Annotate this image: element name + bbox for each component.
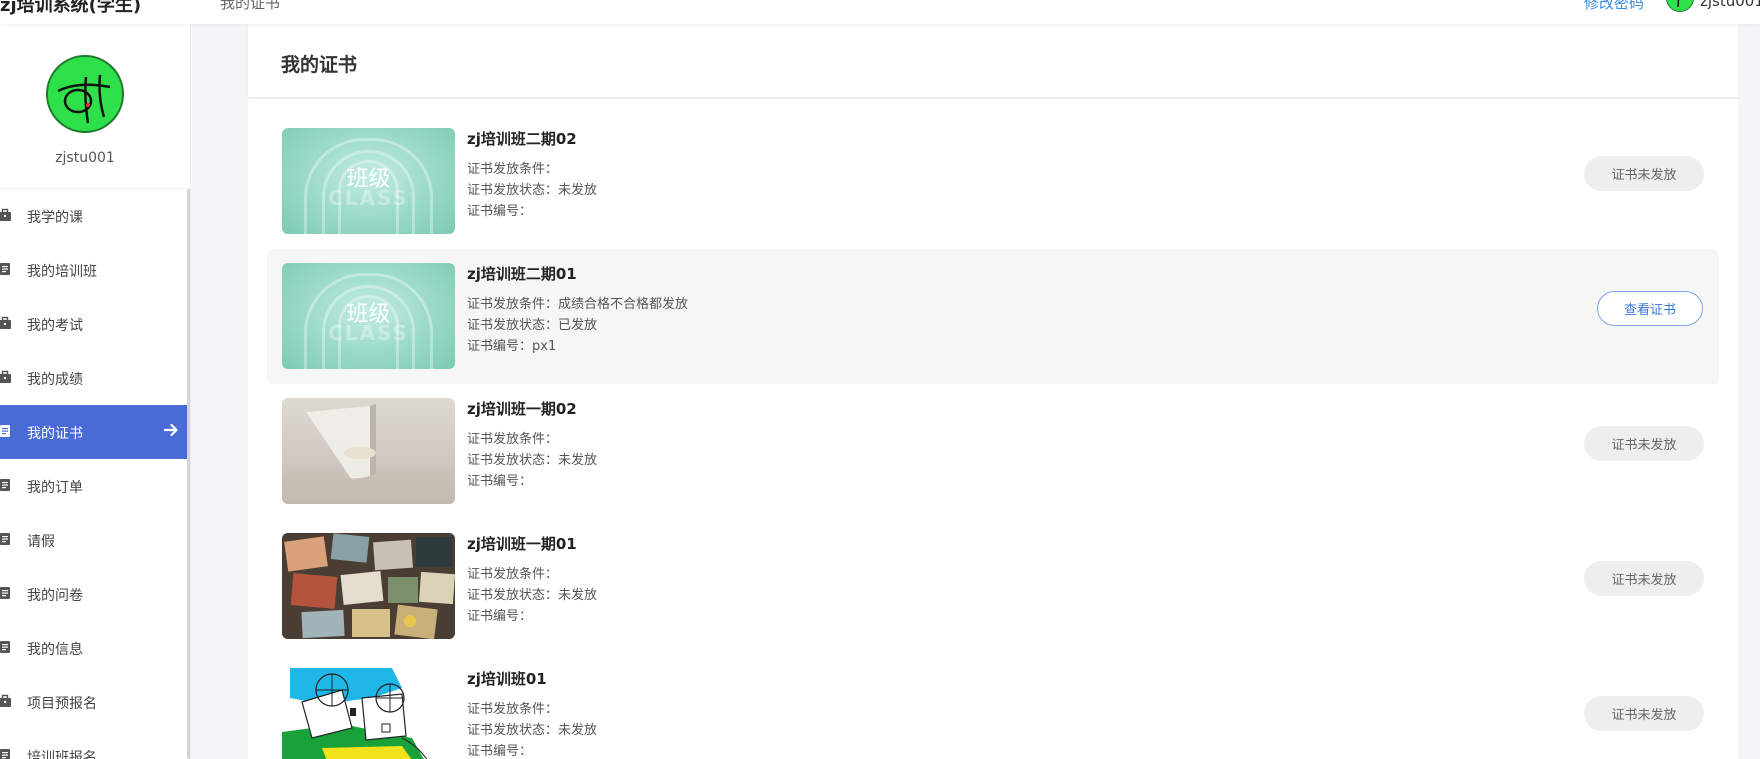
sidebar-item-leave[interactable]: 请假 [0,513,187,567]
certificate-not-issued-button[interactable]: 证书未发放 [1584,561,1704,596]
sidebar-item-my-info[interactable]: 我的信息 [0,621,187,675]
header-avatar[interactable] [1666,0,1694,12]
certificate-not-issued-button[interactable]: 证书未发放 [1584,696,1704,731]
certificate-row: zj培训班01 证书发放条件： 证书发放状态：未发放 证书编号： 证书未发放 [267,654,1719,759]
breadcrumb[interactable]: 我的证书 [220,0,280,13]
sidebar-item-project-preregister[interactable]: 项目预报名 [0,675,187,729]
briefcase-icon [0,370,11,383]
certificate-not-issued-button[interactable]: 证书未发放 [1584,156,1704,191]
certificate-condition: 证书发放条件：成绩合格不合格都发放 [467,297,689,312]
document-icon [0,749,10,759]
certificate-row: zj培训班一期02 证书发放条件： 证书发放状态：未发放 证书编号： 证书未发放 [267,384,1719,519]
sidebar-item-label: 我的考试 [27,318,83,334]
sidebar-item-label: 我的问卷 [27,588,83,604]
header-username[interactable]: zjstu001 [1700,0,1760,10]
sidebar-item-label: 我学的课 [27,210,83,226]
certificate-list: 班级 CLASS zj培训班二期02 证书发放条件： 证书发放状态：未发放 证书… [248,99,1738,759]
room-photo-graphic [282,404,455,504]
arrow-right-icon [163,423,178,437]
thumb-subtext: CLASS [328,321,409,345]
sidebar-item-my-orders[interactable]: 我的订单 [0,459,187,513]
sidebar-item-my-courses[interactable]: 我学的课 [0,189,187,243]
sidebar-menu: 我学的课 我的培训班 我的考试 我的成绩 我的证书 我的订单 请假 我的问卷 我… [0,189,187,759]
sidebar-item-label: 我的培训班 [27,264,97,280]
top-bar: zj培训系统(学生) 我的证书 修改密码 zjstu001 [0,0,1760,24]
sidebar-item-my-scores[interactable]: 我的成绩 [0,351,187,405]
sidebar-item-my-surveys[interactable]: 我的问卷 [0,567,187,621]
certificate-status: 证书发放状态：未发放 [467,453,598,468]
class-thumbnail[interactable]: 班级 CLASS [282,128,455,234]
briefcase-icon [0,694,11,707]
sidebar-item-label: 我的订单 [27,480,83,496]
certificate-number: 证书编号： [467,744,533,759]
profile-card: zjstu001 [0,24,190,189]
page-title: 我的证书 [281,54,358,76]
sidebar-item-class-register[interactable]: 培训班报名 [0,729,187,759]
avatar-doodle-icon [57,74,111,124]
certificate-number: 证书编号： [467,609,533,624]
sidebar-item-label: 我的证书 [27,426,83,442]
photo-collage-graphic [282,533,455,639]
document-icon [0,641,10,653]
certificate-condition: 证书发放条件： [467,432,559,447]
document-icon [0,425,10,437]
sidebar-item-label: 我的成绩 [27,372,83,388]
briefcase-icon [0,316,11,329]
certificate-status: 证书发放状态：已发放 [467,318,598,333]
page-header: 我的证书 [248,24,1738,97]
certificate-name: zj培训班二期02 [467,130,577,148]
certificate-name: zj培训班一期01 [467,535,577,553]
course-thumbnail[interactable] [282,533,455,639]
briefcase-icon [0,208,11,221]
profile-username: zjstu001 [55,150,115,166]
certificate-row: zj培训班一期01 证书发放条件： 证书发放状态：未发放 证书编号： 证书未发放 [267,519,1719,654]
certificate-name: zj培训班一期02 [467,400,577,418]
sidebar-item-my-exams[interactable]: 我的考试 [0,297,187,351]
sidebar-item-label: 培训班报名 [27,750,97,759]
certificate-number: 证书编号： [467,204,533,219]
sidebar-scrollbar[interactable] [187,189,190,759]
sidebar-item-my-certificates[interactable]: 我的证书 [0,405,187,459]
document-icon [0,533,10,545]
document-icon [0,479,10,491]
sidebar-item-label: 项目预报名 [27,696,97,712]
document-icon [0,263,10,275]
sidebar-item-label: 我的信息 [27,642,83,658]
certificate-status: 证书发放状态：未发放 [467,183,598,198]
certificate-number: 证书编号：px1 [467,339,557,354]
app-title: zj培训系统(学生) [0,0,142,16]
certificate-name: zj培训班01 [467,670,547,688]
certificate-row: 班级 CLASS zj培训班二期02 证书发放条件： 证书发放状态：未发放 证书… [267,114,1719,249]
certificate-condition: 证书发放条件： [467,702,559,717]
course-thumbnail[interactable] [282,398,455,504]
sidebar-item-label: 请假 [27,534,55,550]
document-icon [0,587,10,599]
course-thumbnail[interactable] [282,668,455,759]
sidebar: zjstu001 我学的课 我的培训班 我的考试 我的成绩 我的证书 我的订单 [0,24,191,759]
windmill-drawing-graphic [282,668,455,759]
certificate-name: zj培训班二期01 [467,265,577,283]
certificate-condition: 证书发放条件： [467,162,559,177]
certificate-row: 班级 CLASS zj培训班二期01 证书发放条件：成绩合格不合格都发放 证书发… [267,249,1719,384]
thumb-subtext: CLASS [328,186,409,210]
change-password-link[interactable]: 修改密码 [1584,0,1644,13]
certificate-status: 证书发放状态：未发放 [467,588,598,603]
certificate-not-issued-button[interactable]: 证书未发放 [1584,426,1704,461]
certificate-number: 证书编号： [467,474,533,489]
sidebar-item-my-classes[interactable]: 我的培训班 [0,243,187,297]
class-thumbnail[interactable]: 班级 CLASS [282,263,455,369]
avatar[interactable] [46,55,124,133]
avatar-doodle-icon [1677,0,1680,8]
certificate-condition: 证书发放条件： [467,567,559,582]
certificate-status: 证书发放状态：未发放 [467,723,598,738]
view-certificate-button[interactable]: 查看证书 [1597,291,1703,326]
